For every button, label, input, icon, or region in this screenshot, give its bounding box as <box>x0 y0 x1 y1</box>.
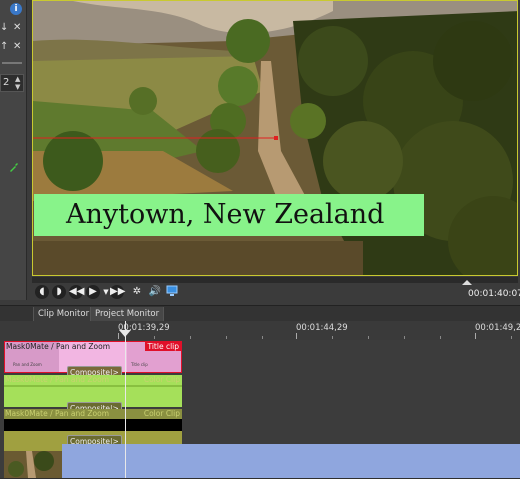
ruler-tick <box>440 336 441 339</box>
clip-name-badge: Color Clip <box>143 409 180 418</box>
ruler-tick <box>475 333 476 339</box>
forward-icon[interactable]: ▶▶ <box>110 285 125 299</box>
clip-name-badge: Title clip <box>145 342 181 351</box>
ruler-tick <box>368 336 369 339</box>
ruler-tick <box>154 336 155 339</box>
ruler-label: 00:01:49,29 <box>475 323 520 333</box>
playhead-marker[interactable] <box>119 330 131 337</box>
ruler-tick <box>332 336 333 339</box>
parameter-slider[interactable] <box>2 62 22 64</box>
parameter-spinbox[interactable]: 2 ▲ ▼ <box>0 74 24 92</box>
ruler-tick <box>511 336 512 339</box>
color-picker-icon[interactable] <box>8 158 20 172</box>
move-down-icon[interactable]: ↓ <box>0 21 8 35</box>
monitor-tabs: Clip Monitor Project Monitor <box>0 305 520 322</box>
spinbox-value: 2 <box>3 77 10 88</box>
tab-project-monitor[interactable]: Project Monitor <box>90 307 165 322</box>
clip-effect-label: Mask0Mate / Pan and Zoom <box>6 342 111 351</box>
close-icon[interactable]: ✕ <box>13 40 21 54</box>
video-clip[interactable] <box>62 444 520 478</box>
timeline-tracks[interactable]: Mask0Mate / Pan and Zoom Title clip Pan … <box>0 340 520 479</box>
clip-thumb-caption: Title clip <box>131 362 148 367</box>
spin-arrows-icon[interactable]: ▲ ▼ <box>15 75 20 91</box>
monitor-seek-bar[interactable] <box>32 277 518 283</box>
ruler-tick <box>296 333 297 339</box>
clip-thumb-caption: Pan and Zoom <box>13 362 42 367</box>
monitor-timecode[interactable]: 00:01:40:07 <box>468 289 520 299</box>
rewind-icon[interactable]: ◀◀ <box>69 285 84 299</box>
zone-in-icon[interactable]: ◖ <box>35 285 49 299</box>
clip-stripe <box>4 385 182 387</box>
monitor-controls: ◖ ◗ ◀◀ ▶ ▼ ▶▶ ✲ 🔊 <box>32 285 518 303</box>
info-icon[interactable]: i <box>10 3 22 15</box>
video-clip-thumbnail[interactable] <box>4 451 62 478</box>
effect-row-1: ↓ ✕ <box>0 21 26 35</box>
close-icon[interactable]: ✕ <box>13 21 21 35</box>
move-up-icon[interactable]: ↑ <box>0 40 8 54</box>
clip-name-badge: Color Clip <box>143 375 180 384</box>
fullscreen-icon[interactable] <box>165 285 179 299</box>
ruler-tick <box>404 336 405 339</box>
ruler-tick <box>190 336 191 339</box>
title-overlay-text: Anytown, New Zealand <box>66 199 385 230</box>
zone-out-icon[interactable]: ◗ <box>52 285 66 299</box>
ruler-tick <box>226 336 227 339</box>
tab-clip-monitor[interactable]: Clip Monitor <box>33 307 95 322</box>
effect-row-2: ↑ ✕ <box>0 40 26 54</box>
timeline-playhead[interactable] <box>125 321 126 478</box>
ruler-tick <box>262 336 263 339</box>
ruler-label: 00:01:44,29 <box>296 323 348 333</box>
clip-effect-label: Mask0Mate / Pan and Zoom <box>5 375 110 384</box>
timeline-ruler[interactable]: 00:01:39,29 00:01:44,29 00:01:49,29 <box>0 321 520 341</box>
settings-icon[interactable]: ✲ <box>130 285 144 299</box>
clip-effect-label: Mask0Mate / Pan and Zoom <box>5 409 110 418</box>
volume-icon[interactable]: 🔊 <box>148 285 162 299</box>
play-icon[interactable]: ▶ <box>86 285 100 299</box>
